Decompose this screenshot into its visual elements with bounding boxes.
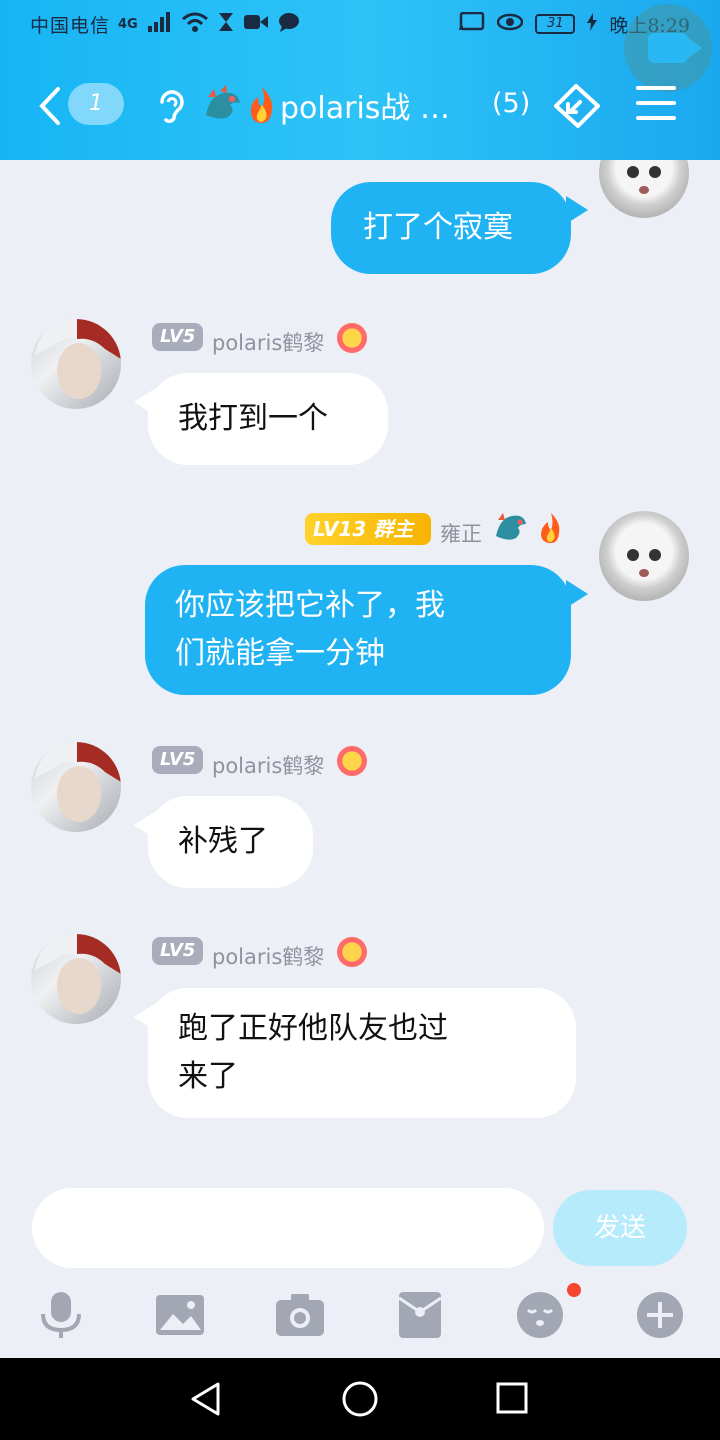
message-bubble[interactable]: 跑了正好他队友也过 来了 bbox=[148, 988, 576, 1118]
signal-icon bbox=[147, 11, 172, 37]
video-status-icon bbox=[243, 13, 268, 36]
nav-back-icon[interactable] bbox=[190, 1382, 222, 1416]
chat-title-area[interactable]: polaris战 … bbox=[200, 80, 450, 130]
eye-icon bbox=[497, 13, 524, 36]
group-owner-badge: LV13 群主 bbox=[305, 513, 431, 545]
tag-icon bbox=[554, 84, 600, 128]
sender-name: 雍正 bbox=[440, 522, 482, 546]
member-count: (5) bbox=[492, 88, 531, 119]
message-bubble[interactable]: 打了个寂寞 bbox=[331, 182, 571, 274]
level-badge: LV5 bbox=[152, 937, 204, 965]
flower-badge-icon bbox=[337, 323, 367, 353]
sender-avatar[interactable] bbox=[31, 319, 121, 409]
input-toolbar bbox=[0, 1286, 720, 1346]
sender-avatar[interactable] bbox=[31, 934, 121, 1024]
charging-icon bbox=[587, 12, 598, 36]
cast-icon bbox=[459, 11, 485, 37]
dragon-icon bbox=[200, 85, 244, 125]
back-button[interactable] bbox=[36, 86, 64, 126]
status-bar: 中国电信 4G 31 晚上8:29 bbox=[30, 8, 690, 40]
send-button[interactable]: 发送 bbox=[553, 1190, 687, 1266]
carrier-label: 中国电信 bbox=[30, 14, 111, 37]
video-camera-icon bbox=[648, 33, 702, 63]
dragon-icon bbox=[492, 510, 528, 548]
image-icon[interactable] bbox=[155, 1290, 205, 1340]
chat-header: 中国电信 4G 31 晚上8:29 bbox=[0, 0, 720, 160]
message-bubble[interactable]: 你应该把它补了，我 们就能拿一分钟 bbox=[145, 565, 571, 695]
wifi-icon bbox=[181, 12, 208, 37]
network-type: 4G bbox=[118, 16, 138, 32]
message-bubble[interactable]: 补残了 bbox=[148, 796, 313, 888]
sender-name: polaris鹤黎 bbox=[212, 945, 325, 969]
flower-badge-icon bbox=[337, 746, 367, 776]
title-bar: 1 polaris战 … (5) bbox=[0, 78, 720, 134]
level-badge: LV5 bbox=[152, 323, 204, 351]
red-packet-icon[interactable] bbox=[395, 1290, 445, 1340]
hourglass-icon bbox=[218, 12, 234, 37]
sender-name: polaris鹤黎 bbox=[212, 754, 325, 778]
camera-icon[interactable] bbox=[275, 1290, 325, 1340]
chat-title: polaris战 … bbox=[280, 91, 450, 126]
microphone-icon[interactable] bbox=[36, 1290, 86, 1340]
menu-button[interactable] bbox=[636, 86, 676, 122]
fire-icon bbox=[536, 512, 566, 548]
sender-avatar[interactable] bbox=[31, 742, 121, 832]
message-bubble[interactable]: 我打到一个 bbox=[148, 373, 388, 465]
message-list[interactable]: 打了个寂寞 LV5 polaris鹤黎 我打到一个 LV13 群主 雍正 你应该… bbox=[0, 160, 720, 1170]
system-navigation-bar bbox=[0, 1358, 720, 1440]
chevron-left-icon bbox=[39, 87, 60, 125]
level-badge: LV5 bbox=[152, 746, 204, 774]
message-input[interactable] bbox=[32, 1188, 544, 1268]
nav-home-icon[interactable] bbox=[342, 1381, 378, 1417]
nav-recents-icon[interactable] bbox=[496, 1382, 530, 1416]
fire-icon bbox=[244, 85, 280, 125]
message-status-icon bbox=[278, 12, 300, 37]
group-shortcut-button[interactable] bbox=[548, 82, 604, 130]
sender-name: polaris鹤黎 bbox=[212, 331, 325, 355]
notification-dot bbox=[567, 1283, 581, 1297]
ear-mode-icon[interactable] bbox=[154, 88, 186, 124]
emoji-icon[interactable] bbox=[515, 1290, 565, 1340]
plus-icon[interactable] bbox=[635, 1290, 685, 1340]
unread-badge[interactable]: 1 bbox=[68, 83, 124, 125]
group-owner-avatar[interactable] bbox=[599, 511, 689, 601]
battery-indicator: 31 bbox=[535, 14, 576, 34]
flower-badge-icon bbox=[337, 937, 367, 967]
self-avatar[interactable] bbox=[599, 160, 689, 218]
